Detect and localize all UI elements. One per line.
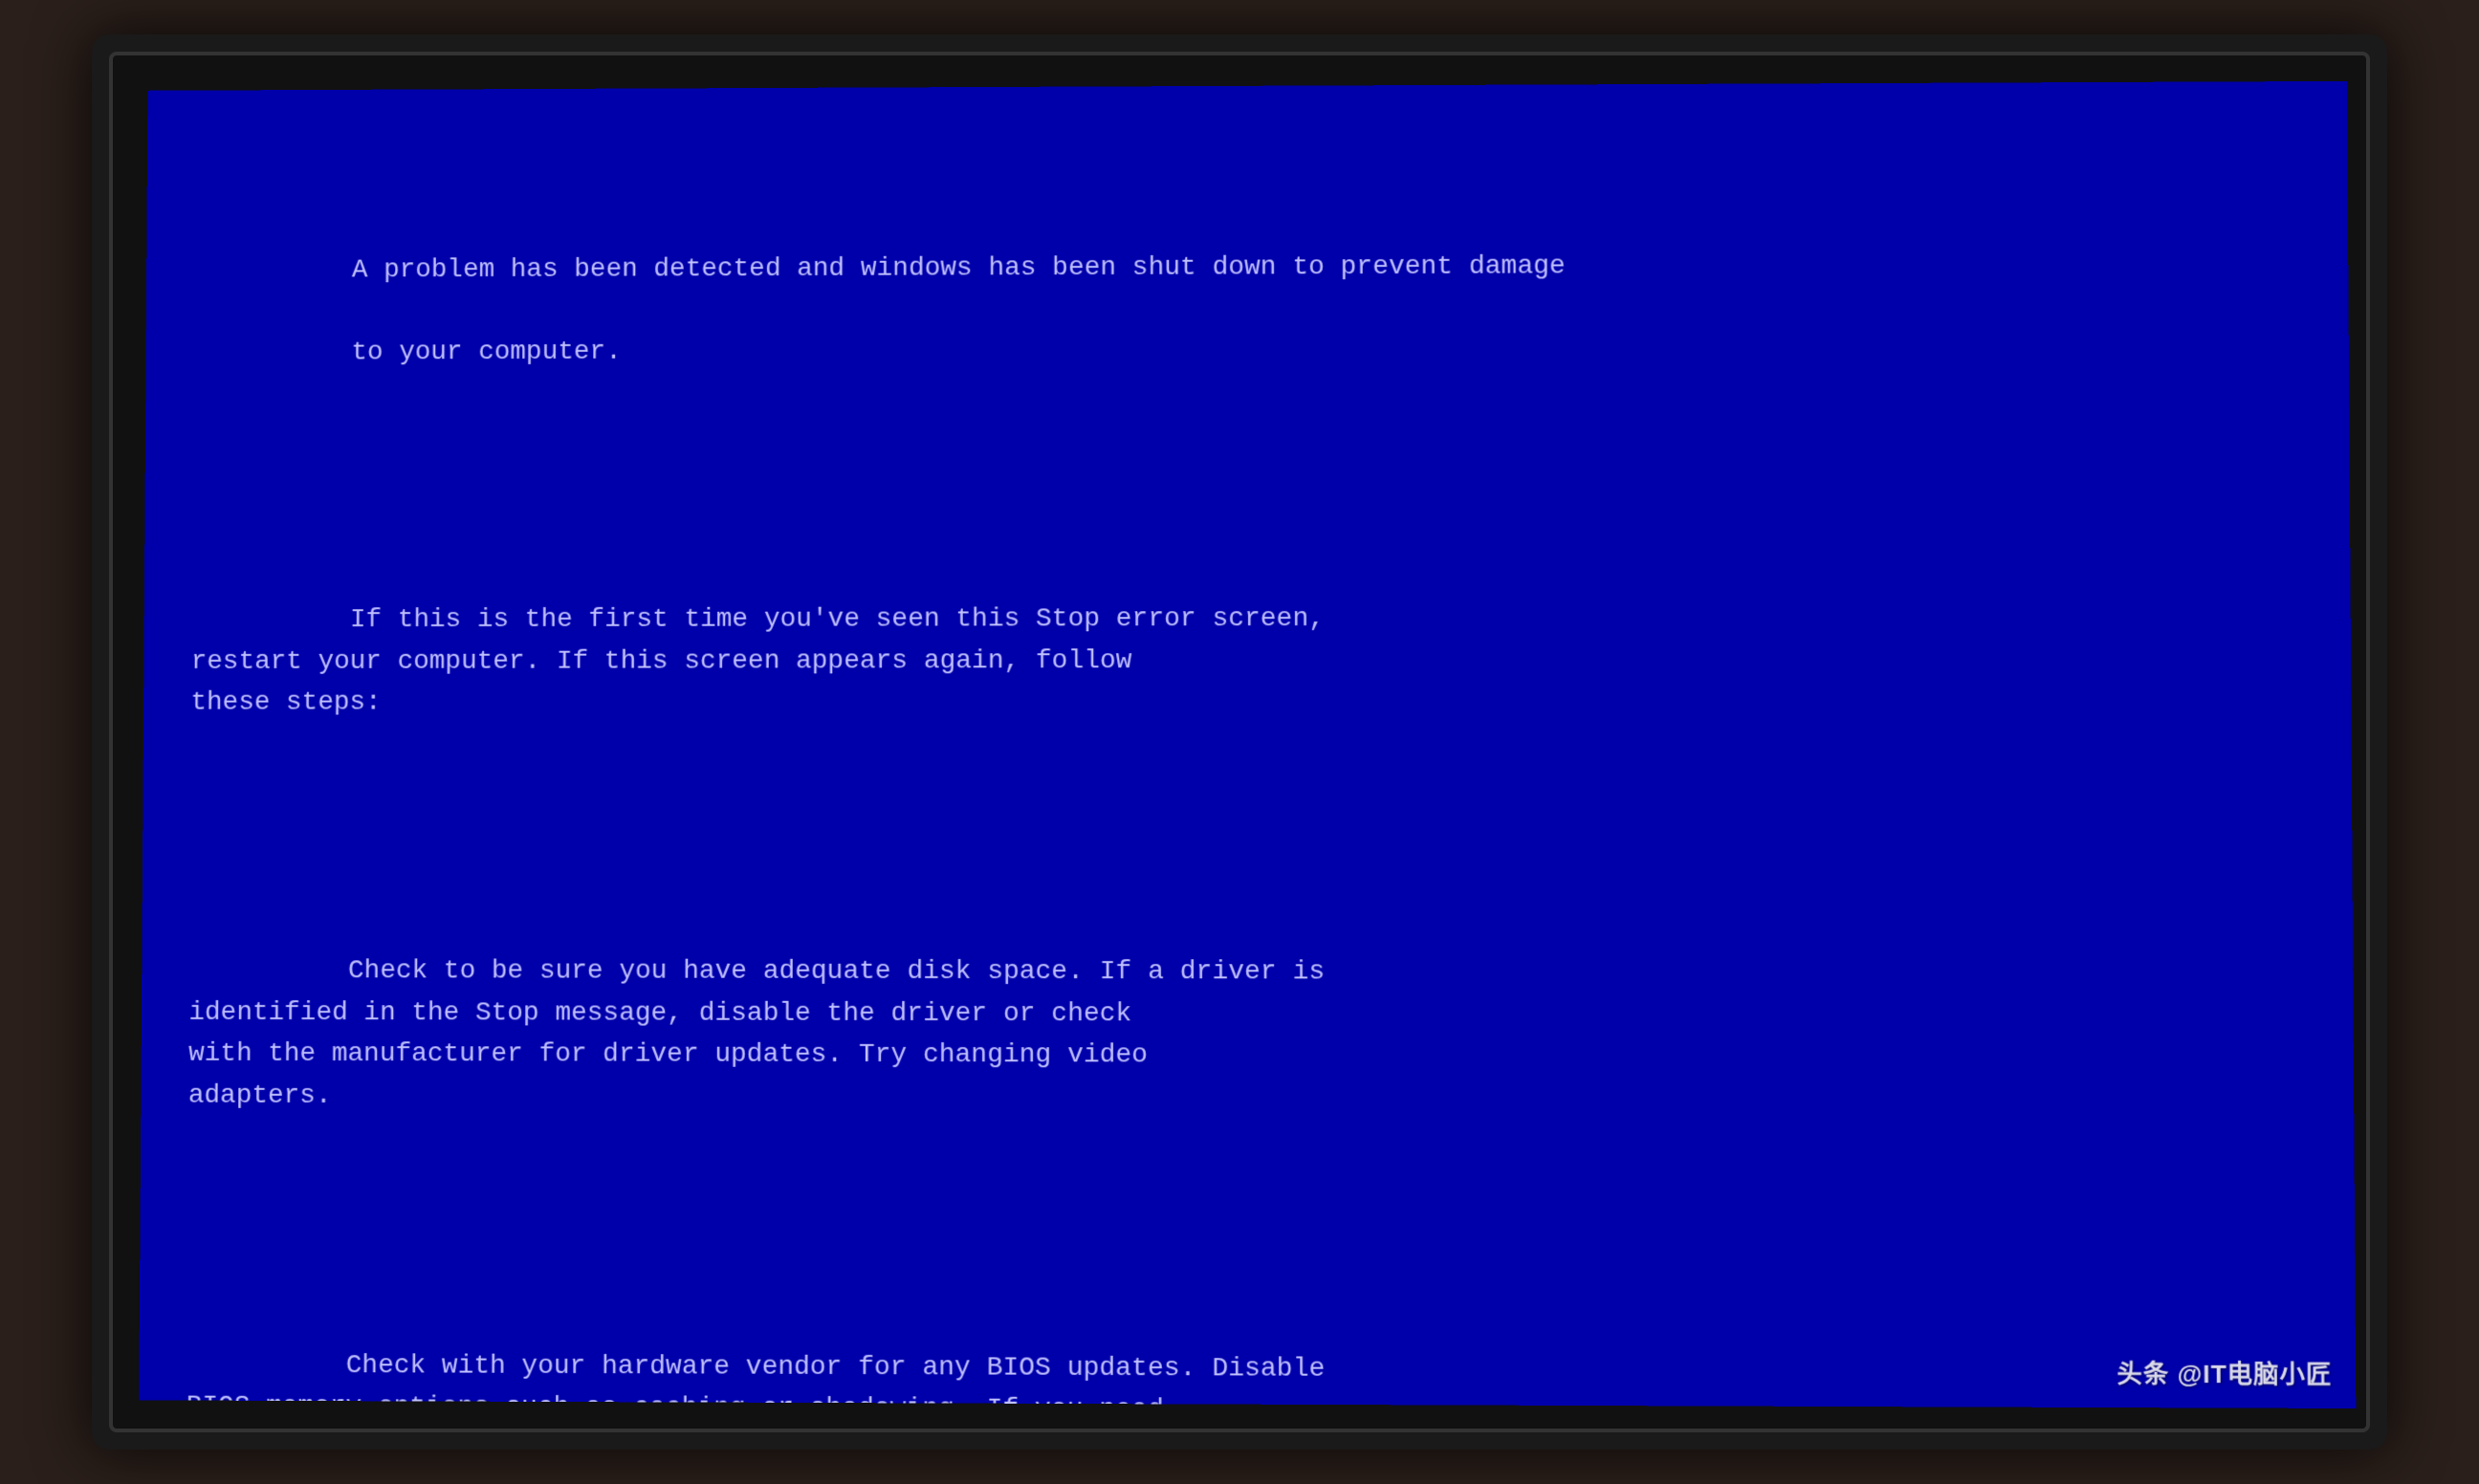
monitor-bezel: A problem has been detected and windows …	[109, 52, 2370, 1432]
first-time-text: If this is the first time you've seen th…	[190, 604, 1325, 717]
intro-line2: to your computer.	[351, 338, 621, 367]
bsod-screen: A problem has been detected and windows …	[139, 81, 2356, 1408]
bsod-content: A problem has been detected and windows …	[180, 120, 2313, 1408]
watermark: 头条 @IT电脑小匠	[2117, 1354, 2332, 1390]
disk-space-section: Check to be sure you have adequate disk …	[187, 909, 2305, 1163]
first-time-section: If this is the first time you've seen th…	[190, 556, 2303, 764]
intro-section: A problem has been detected and windows …	[192, 202, 2300, 414]
bios-section: Check with your hardware vendor for any …	[185, 1303, 2308, 1408]
outer-frame: A problem has been detected and windows …	[92, 34, 2387, 1450]
intro-line1: A problem has been detected and windows …	[351, 251, 1565, 285]
watermark-text: 头条 @IT电脑小匠	[2117, 1359, 2332, 1388]
bios-text: Check with your hardware vendor for any …	[185, 1351, 1325, 1408]
disk-space-text: Check to be sure you have adequate disk …	[187, 956, 1324, 1110]
